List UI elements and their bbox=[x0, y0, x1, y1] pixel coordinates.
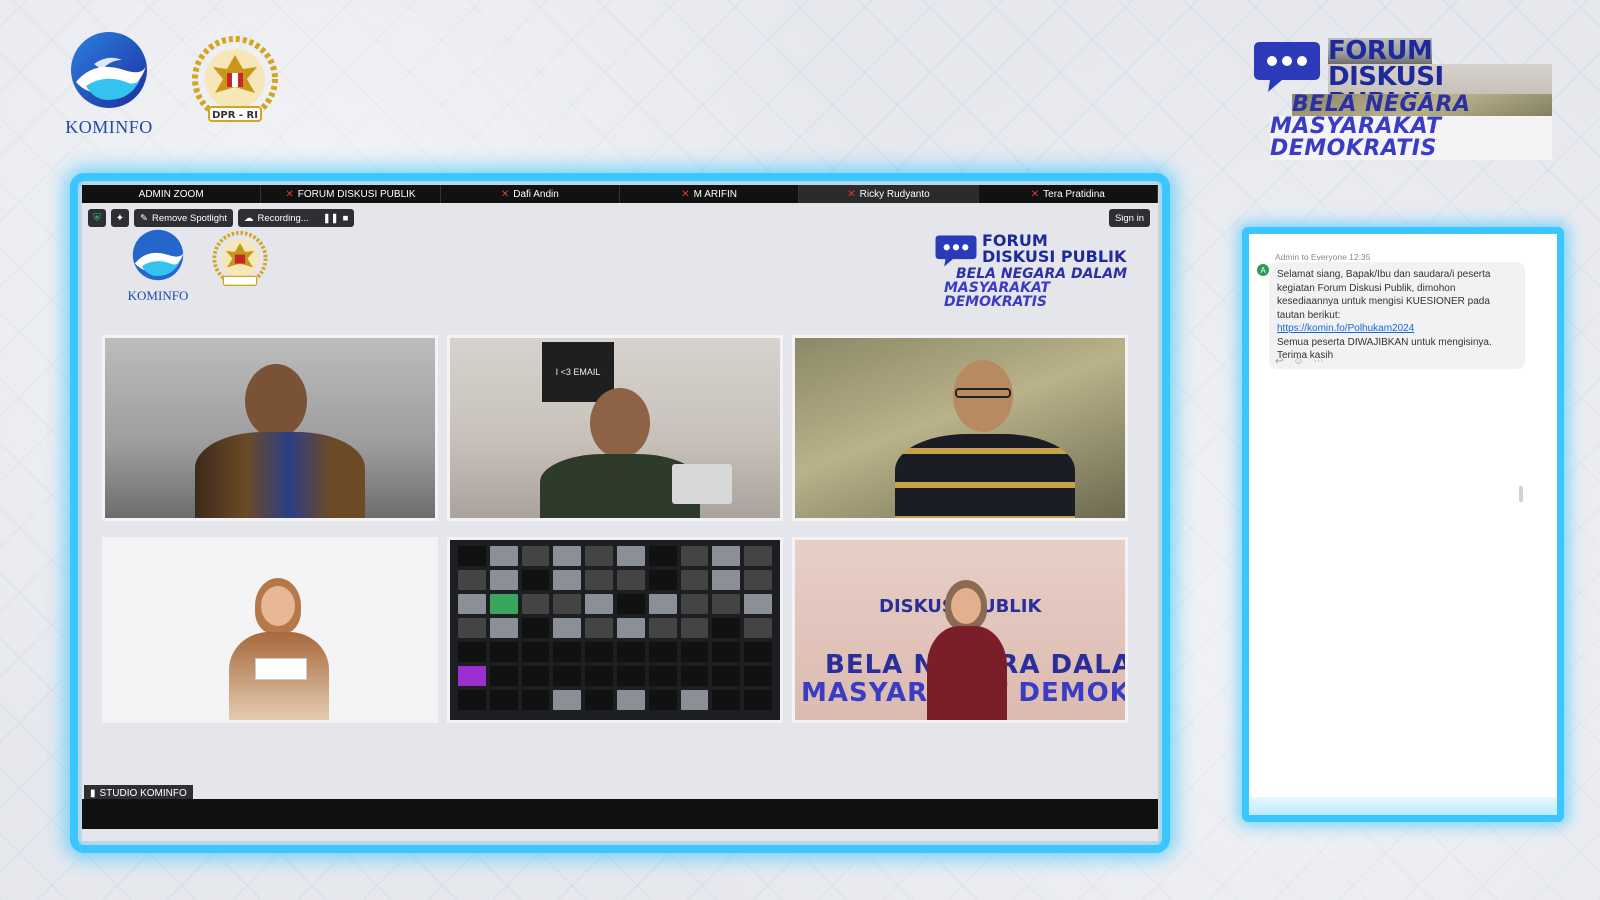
video-tile[interactable]: DISKUSI PUBLIK BELA NEGARA DALAM MASYARA… bbox=[792, 537, 1128, 723]
zoom-meeting-window: ADMIN ZOOM ✕ FORUM DISKUSI PUBLIK ✕ Dafi A… bbox=[82, 185, 1158, 841]
theme-line1: BELA NEGARA DALAM bbox=[956, 266, 1128, 282]
remove-spotlight-button[interactable]: ✎ Remove Spotlight bbox=[134, 209, 233, 227]
sender-avatar: A bbox=[1257, 264, 1269, 276]
chat-scrollbar[interactable] bbox=[1519, 486, 1523, 502]
theme-line2: MASYARAKAT DEMOKRATIS bbox=[944, 280, 1050, 310]
garuda-emblem-icon bbox=[212, 230, 268, 286]
video-tile[interactable]: I <3 EMAIL bbox=[447, 335, 783, 521]
signal-bars-icon: ▮ bbox=[90, 787, 96, 799]
participant-gallery-tile[interactable] bbox=[447, 537, 783, 723]
chat-panel-frame: Admin to Everyone 12:35 A Selamat siang,… bbox=[1242, 227, 1564, 822]
mic-muted-icon: ✕ bbox=[681, 188, 690, 200]
forum-title-line1: FORUM bbox=[1328, 36, 1433, 66]
more-icon[interactable]: ⋯ bbox=[1314, 356, 1324, 367]
video-tile[interactable] bbox=[102, 537, 438, 723]
svg-text:DPR - RI: DPR - RI bbox=[212, 110, 258, 121]
chat-message-text: Selamat siang, Bapak/Ibu dan saudara/i p… bbox=[1277, 269, 1491, 321]
mic-muted-icon: ✕ bbox=[847, 188, 856, 200]
mic-muted-icon: ✕ bbox=[285, 188, 294, 200]
mic-muted-icon: ✕ bbox=[1030, 188, 1040, 200]
chat-panel-footer bbox=[1249, 797, 1557, 815]
recording-indicator[interactable]: ☁ Recording... ❚❚ ■ bbox=[237, 209, 355, 227]
chat-sender: Admin to Everyone 12:35 bbox=[1275, 252, 1371, 262]
reply-icon[interactable]: ↩ bbox=[1275, 356, 1283, 367]
video-tile[interactable] bbox=[792, 335, 1128, 521]
kominfo-logo: KOMINFO bbox=[58, 30, 160, 140]
inner-forum-banner: FORUM DISKUSI PUBLIK BELA NEGARA DALAM M… bbox=[934, 233, 1134, 309]
zoom-meeting-frame: ADMIN ZOOM ✕ FORUM DISKUSI PUBLIK ✕ Dafi A… bbox=[70, 173, 1170, 853]
pin-icon: ✎ bbox=[140, 212, 148, 224]
chat-message-actions: ↩ ☺ ⋯ bbox=[1275, 356, 1324, 367]
participant-name[interactable]: ADMIN ZOOM bbox=[82, 185, 262, 203]
inner-dpr-logo bbox=[208, 229, 272, 293]
security-shield-icon[interactable]: ⛨ bbox=[88, 209, 106, 227]
forum-banner: FORUM DISKUSI PUBLIK BELA NEGARA DALAM M… bbox=[1252, 36, 1552, 160]
kominfo-wordmark: KOMINFO bbox=[127, 288, 189, 303]
chat-message: Selamat siang, Bapak/Ibu dan saudara/i p… bbox=[1269, 262, 1525, 369]
zoom-toolbar: ⛨ ✦ ✎ Remove Spotlight ☁ Recording... ❚❚… bbox=[88, 209, 355, 227]
participant-name[interactable]: ✕ Tera Pratidina bbox=[979, 185, 1158, 203]
chat-panel: Admin to Everyone 12:35 A Selamat siang,… bbox=[1253, 246, 1553, 797]
cloud-record-icon: ☁ bbox=[243, 212, 254, 224]
grid-view-icon[interactable]: ✦ bbox=[111, 209, 129, 227]
participant-name[interactable]: ✕ Dafi Andin bbox=[441, 185, 620, 203]
participant-name-strip: ADMIN ZOOM ✕ FORUM DISKUSI PUBLIK ✕ Dafi A… bbox=[82, 185, 1158, 203]
participant-name[interactable]: ✕ FORUM DISKUSI PUBLIK bbox=[261, 185, 441, 203]
kominfo-emblem-icon bbox=[71, 32, 147, 108]
forum-title-line2: DISKUSI PUBLIK bbox=[982, 247, 1127, 266]
pause-icon[interactable]: ❚❚ bbox=[323, 213, 339, 224]
theme-line2: MASYARAKAT DEMOKRATIS bbox=[1270, 116, 1552, 160]
dpr-ri-logo: DPR - RI bbox=[185, 33, 285, 133]
chat-bubble-icon bbox=[1254, 42, 1320, 92]
questionnaire-link[interactable]: https://komin.fo/Polhukam2024 bbox=[1277, 323, 1414, 334]
kominfo-wordmark: KOMINFO bbox=[65, 117, 153, 137]
zoom-bottom-bar bbox=[82, 799, 1158, 829]
sign-in-button[interactable]: Sign in bbox=[1108, 209, 1150, 227]
participant-name[interactable]: ✕ Ricky Rudyanto bbox=[799, 185, 979, 203]
emoji-icon[interactable]: ☺ bbox=[1293, 356, 1303, 367]
participant-name[interactable]: ✕ M ARIFIN bbox=[620, 185, 800, 203]
garuda-emblem-icon: DPR - RI bbox=[192, 36, 278, 122]
gallery-grid bbox=[458, 546, 772, 714]
chat-bubble-icon bbox=[935, 235, 977, 267]
inner-kominfo-logo: KOMINFO bbox=[122, 227, 194, 303]
kominfo-emblem-icon bbox=[132, 229, 184, 281]
video-tile[interactable] bbox=[102, 335, 438, 521]
mic-muted-icon: ✕ bbox=[500, 188, 510, 200]
stop-icon[interactable]: ■ bbox=[343, 213, 349, 224]
